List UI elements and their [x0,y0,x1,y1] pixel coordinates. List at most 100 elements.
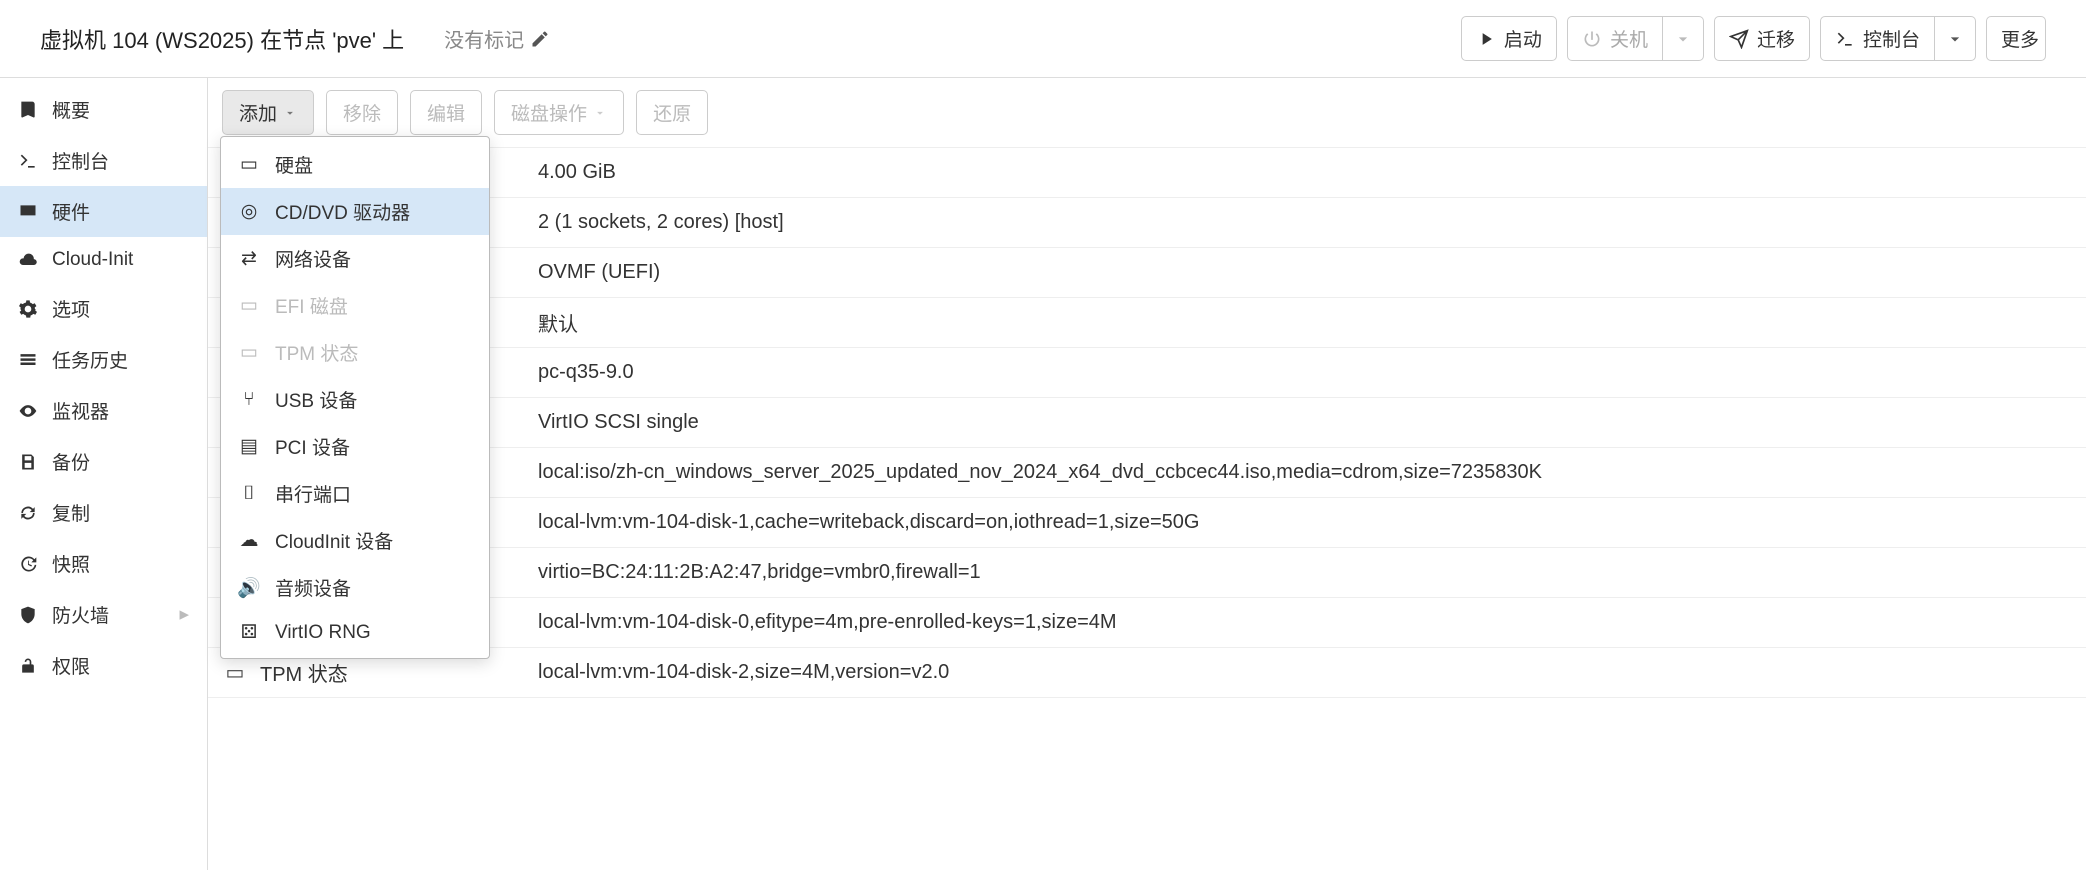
sidebar-item-permissions[interactable]: 权限 [0,640,207,691]
dropdown-item-label: USB 设备 [275,386,357,413]
save-icon [18,452,38,472]
chevron-right-icon: ▸ [179,603,189,626]
dropdown-item-label: TPM 状态 [275,339,358,366]
dropdown-item-pci[interactable]: ▤ PCI 设备 [221,423,489,470]
row-value: virtio=BC:24:11:2B:A2:47,bridge=vmbr0,fi… [528,561,2086,584]
serial-icon: ⌷ [237,483,261,505]
usb-icon: ⑂ [237,389,261,411]
dropdown-item-efi: ▭EFI 磁盘 [221,282,489,329]
sidebar-item-label: 控制台 [52,147,109,174]
row-value: local-lvm:vm-104-disk-2,size=4M,version=… [528,661,2086,684]
cloud-icon: ☁ [237,529,261,552]
add-button[interactable]: 添加 [222,90,314,135]
sidebar-item-label: 快照 [52,550,90,577]
revert-button[interactable]: 还原 [636,90,708,135]
dropdown-item-label: 网络设备 [275,245,351,272]
tags-area[interactable]: 没有标记 [444,24,550,53]
shutdown-caret[interactable] [1663,16,1704,61]
dropdown-item-label: 硬盘 [275,151,313,178]
row-value: pc-q35-9.0 [528,361,2086,384]
dropdown-item-usb[interactable]: ⑂ USB 设备 [221,376,489,423]
dropdown-item-network[interactable]: ⇄ 网络设备 [221,235,489,282]
sidebar-item-label: 权限 [52,652,90,679]
sidebar-item-console[interactable]: 控制台 [0,135,207,186]
pci-icon: ▤ [237,435,261,458]
migrate-button[interactable]: 迁移 [1714,16,1810,61]
dropdown-item-label: PCI 设备 [275,433,350,460]
migrate-label: 迁移 [1757,25,1795,52]
power-icon [1582,29,1602,49]
sidebar-item-hardware[interactable]: 硬件 [0,186,207,237]
dice-icon: ⚄ [237,621,261,644]
start-label: 启动 [1504,25,1542,52]
sidebar-item-backup[interactable]: 备份 [0,436,207,487]
sidebar-item-label: 硬件 [52,198,90,225]
page-header: 虚拟机 104 (WS2025) 在节点 'pve' 上 没有标记 启动 关机 [0,0,2086,78]
sidebar-item-taskhistory[interactable]: 任务历史 [0,334,207,385]
console-caret[interactable] [1935,16,1976,61]
sidebar-item-label: Cloud-Init [52,249,133,271]
start-button[interactable]: 启动 [1461,16,1557,61]
dropdown-item-serial[interactable]: ⌷串行端口 [221,470,489,517]
sidebar-item-label: 任务历史 [52,346,128,373]
dropdown-item-label: CloudInit 设备 [275,527,393,554]
remove-button[interactable]: 移除 [326,90,398,135]
play-icon [1476,29,1496,49]
sidebar-item-summary[interactable]: 概要 [0,84,207,135]
chevron-down-icon [283,106,297,120]
page-title: 虚拟机 104 (WS2025) 在节点 'pve' 上 [40,23,404,55]
tags-label: 没有标记 [444,24,524,53]
diskaction-button[interactable]: 磁盘操作 [494,90,624,135]
shutdown-button[interactable]: 关机 [1567,16,1663,61]
row-value: local:iso/zh-cn_windows_server_2025_upda… [528,461,2086,484]
eye-icon [18,401,38,421]
chevron-down-icon [1673,29,1693,49]
dropdown-item-audio[interactable]: 🔊音频设备 [221,564,489,611]
sidebar-item-firewall[interactable]: 防火墙 ▸ [0,589,207,640]
sidebar-item-label: 监视器 [52,397,109,424]
hdd-icon: ▭ [237,153,261,176]
sidebar-item-replication[interactable]: 复制 [0,487,207,538]
row-value: local-lvm:vm-104-disk-0,efitype=4m,pre-e… [528,611,2086,634]
sidebar-item-label: 复制 [52,499,90,526]
disc-icon: ◎ [237,200,261,223]
audio-icon: 🔊 [237,576,261,600]
shield-icon [18,605,38,625]
sidebar-item-label: 防火墙 [52,601,109,628]
row-value: 2 (1 sockets, 2 cores) [host] [528,211,2086,234]
diskaction-label: 磁盘操作 [511,99,587,126]
terminal-icon [18,151,38,171]
edit-button[interactable]: 编辑 [410,90,482,135]
sidebar-item-snapshot[interactable]: 快照 [0,538,207,589]
sidebar-item-monitor[interactable]: 监视器 [0,385,207,436]
pencil-icon [530,29,550,49]
remove-label: 移除 [343,99,381,126]
hdd-icon: ▭ [237,341,261,364]
header-actions: 启动 关机 迁移 控制台 [1461,16,2046,61]
dropdown-item-cloudinit[interactable]: ☁ CloudInit 设备 [221,517,489,564]
more-button[interactable]: 更多 [1986,16,2046,61]
row-value: OVMF (UEFI) [528,261,2086,284]
row-value: local-lvm:vm-104-disk-1,cache=writeback,… [528,511,2086,534]
chevron-down-icon [593,106,607,120]
history-icon [18,554,38,574]
dropdown-item-cddvd[interactable]: ◎CD/DVD 驱动器 [221,188,489,235]
list-icon [18,350,38,370]
dropdown-item-virtiorng[interactable]: ⚄ VirtIO RNG [221,611,489,654]
gear-icon [18,299,38,319]
add-dropdown: ▭ 硬盘 ◎CD/DVD 驱动器 ⇄ 网络设备 ▭EFI 磁盘 ▭ TPM 状态 ⑂ U… [220,136,490,659]
sidebar-item-options[interactable]: 选项 [0,283,207,334]
network-icon: ⇄ [237,247,261,270]
desktop-icon [18,202,38,222]
main-panel: 添加 移除 编辑 磁盘操作 还原 ▤4.00 GiB ▣2 (1 sockets… [208,78,2086,870]
dropdown-item-harddisk[interactable]: ▭ 硬盘 [221,141,489,188]
dropdown-item-label: EFI 磁盘 [275,292,348,319]
cloud-icon [18,250,38,270]
console-button[interactable]: 控制台 [1820,16,1935,61]
row-label: TPM 状态 [248,658,528,687]
dropdown-item-label: VirtIO RNG [275,622,371,644]
sidebar-item-label: 选项 [52,295,90,322]
row-value: 默认 [528,308,2086,337]
sidebar-item-cloudinit[interactable]: Cloud-Init [0,237,207,283]
unlock-icon [18,656,38,676]
